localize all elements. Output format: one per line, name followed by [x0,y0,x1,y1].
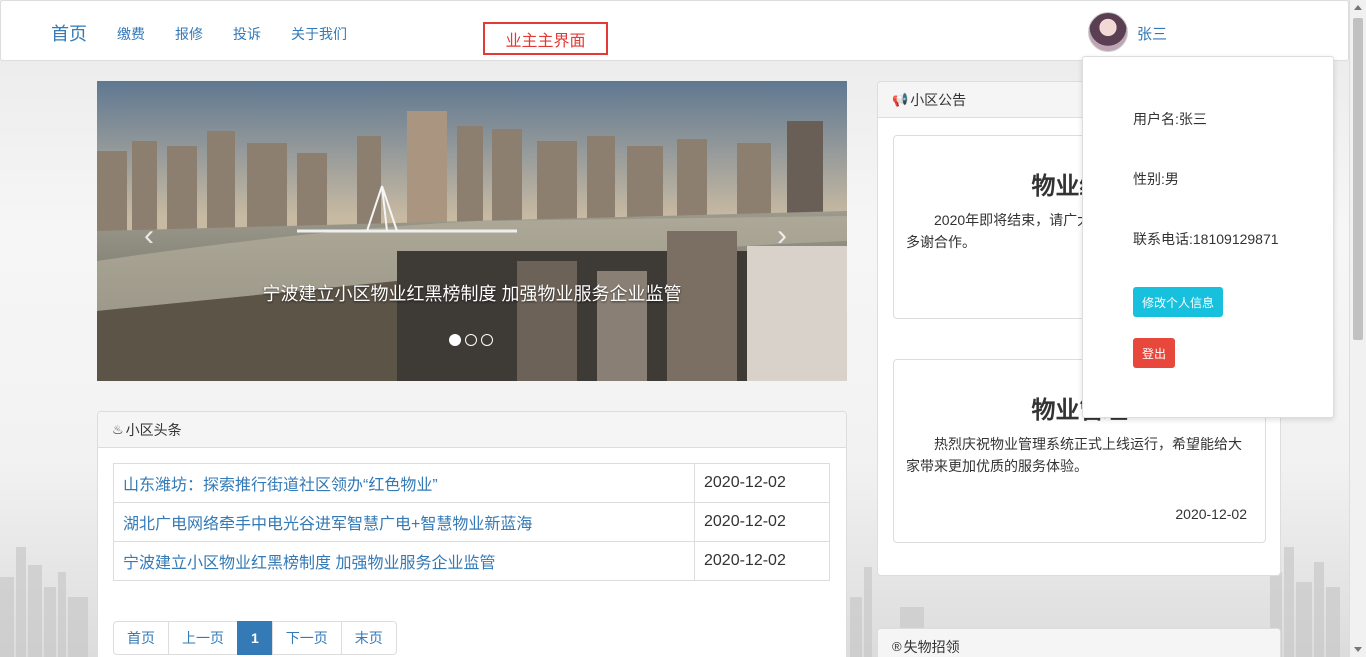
carousel-indicator[interactable] [449,334,461,346]
pager-first[interactable]: 首页 [113,621,169,655]
page-title-label: 业主主界面 [483,22,608,55]
scroll-down-arrow-icon[interactable] [1354,647,1362,652]
news-date: 2020-12-02 [694,541,830,581]
carousel-prev-button[interactable]: ‹ [144,221,154,251]
news-title-link[interactable]: 山东潍坊：探索推行街道社区领办“红色物业” [113,463,695,503]
carousel-caption: 宁波建立小区物业红黑榜制度 加强物业服务企业监管 [262,284,682,304]
edit-profile-button[interactable]: 修改个人信息 [1133,287,1224,317]
news-date: 2020-12-02 [694,463,830,503]
nav-home-link[interactable]: 首页 [51,20,87,46]
pager-prev[interactable]: 上一页 [168,621,238,655]
lost-found-heading: ® 失物招领 [878,629,1280,657]
news-date: 2020-12-02 [694,502,830,542]
user-avatar[interactable] [1088,12,1128,52]
lost-found-heading-label: 失物招领 [903,638,960,655]
registered-icon: ® [892,639,902,654]
news-table: 山东潍坊：探索推行街道社区领办“红色物业” 2020-12-02 湖北广电网络牵… [113,463,830,581]
pager-next[interactable]: 下一页 [271,621,342,655]
fire-icon: ♨ [112,421,124,437]
news-title-link[interactable]: 宁波建立小区物业红黑榜制度 加强物业服务企业监管 [113,541,695,581]
news-title-link[interactable]: 湖北广电网络牵手中电光谷进军智慧广电+智慧物业新蓝海 [113,502,695,542]
news-heading-label: 小区头条 [125,421,182,438]
table-row: 湖北广电网络牵手中电光谷进军智慧广电+智慧物业新蓝海 2020-12-02 [113,502,830,542]
notices-heading-label: 小区公告 [910,91,967,108]
lost-found-panel: ® 失物招领 [877,628,1281,657]
nav-payment-link[interactable]: 缴费 [117,24,145,44]
news-carousel: ‹ › 宁波建立小区物业红黑榜制度 加强物业服务企业监管 [97,81,847,381]
notice-body: 热烈庆祝物业管理系统正式上线运行，希望能给大家带来更加优质的服务体验。 [906,436,1242,474]
phone-text: 联系电话:18109129871 [1133,231,1279,247]
user-menu-toggle[interactable]: 张三 [1137,23,1167,44]
username-text: 用户名:张三 [1133,111,1207,127]
carousel-indicator[interactable] [465,334,477,346]
news-panel: ♨ 小区头条 山东潍坊：探索推行街道社区领办“红色物业” 2020-12-02 … [97,411,847,657]
carousel-next-button[interactable]: › [777,221,787,251]
megaphone-icon: 📢 [892,91,909,107]
top-navbar: 首页 缴费 报修 投诉 关于我们 业主主界面 张三 [0,0,1349,61]
table-row: 宁波建立小区物业红黑榜制度 加强物业服务企业监管 2020-12-02 [113,541,830,581]
news-panel-heading: ♨ 小区头条 [98,412,846,448]
table-row: 山东潍坊：探索推行街道社区领办“红色物业” 2020-12-02 [113,463,830,503]
nav-about-link[interactable]: 关于我们 [291,24,347,44]
pager-current[interactable]: 1 [237,621,273,655]
scroll-thumb[interactable] [1353,18,1363,340]
scroll-up-arrow-icon[interactable] [1354,5,1362,10]
pager-last[interactable]: 末页 [340,621,397,655]
page-scrollbar[interactable] [1349,0,1366,657]
notice-date: 2020-12-02 [1175,506,1247,522]
gender-text: 性别:男 [1133,171,1179,187]
nav-repair-link[interactable]: 报修 [175,24,203,44]
user-info-dropdown: 用户名:张三 性别:男 联系电话:18109129871 修改个人信息 登出 [1082,56,1334,418]
carousel-indicator[interactable] [481,334,493,346]
nav-complaint-link[interactable]: 投诉 [233,24,261,44]
carousel-indicators [449,334,493,346]
pagination: 首页 上一页 1 下一页 末页 [113,621,397,655]
logout-button[interactable]: 登出 [1133,338,1176,368]
